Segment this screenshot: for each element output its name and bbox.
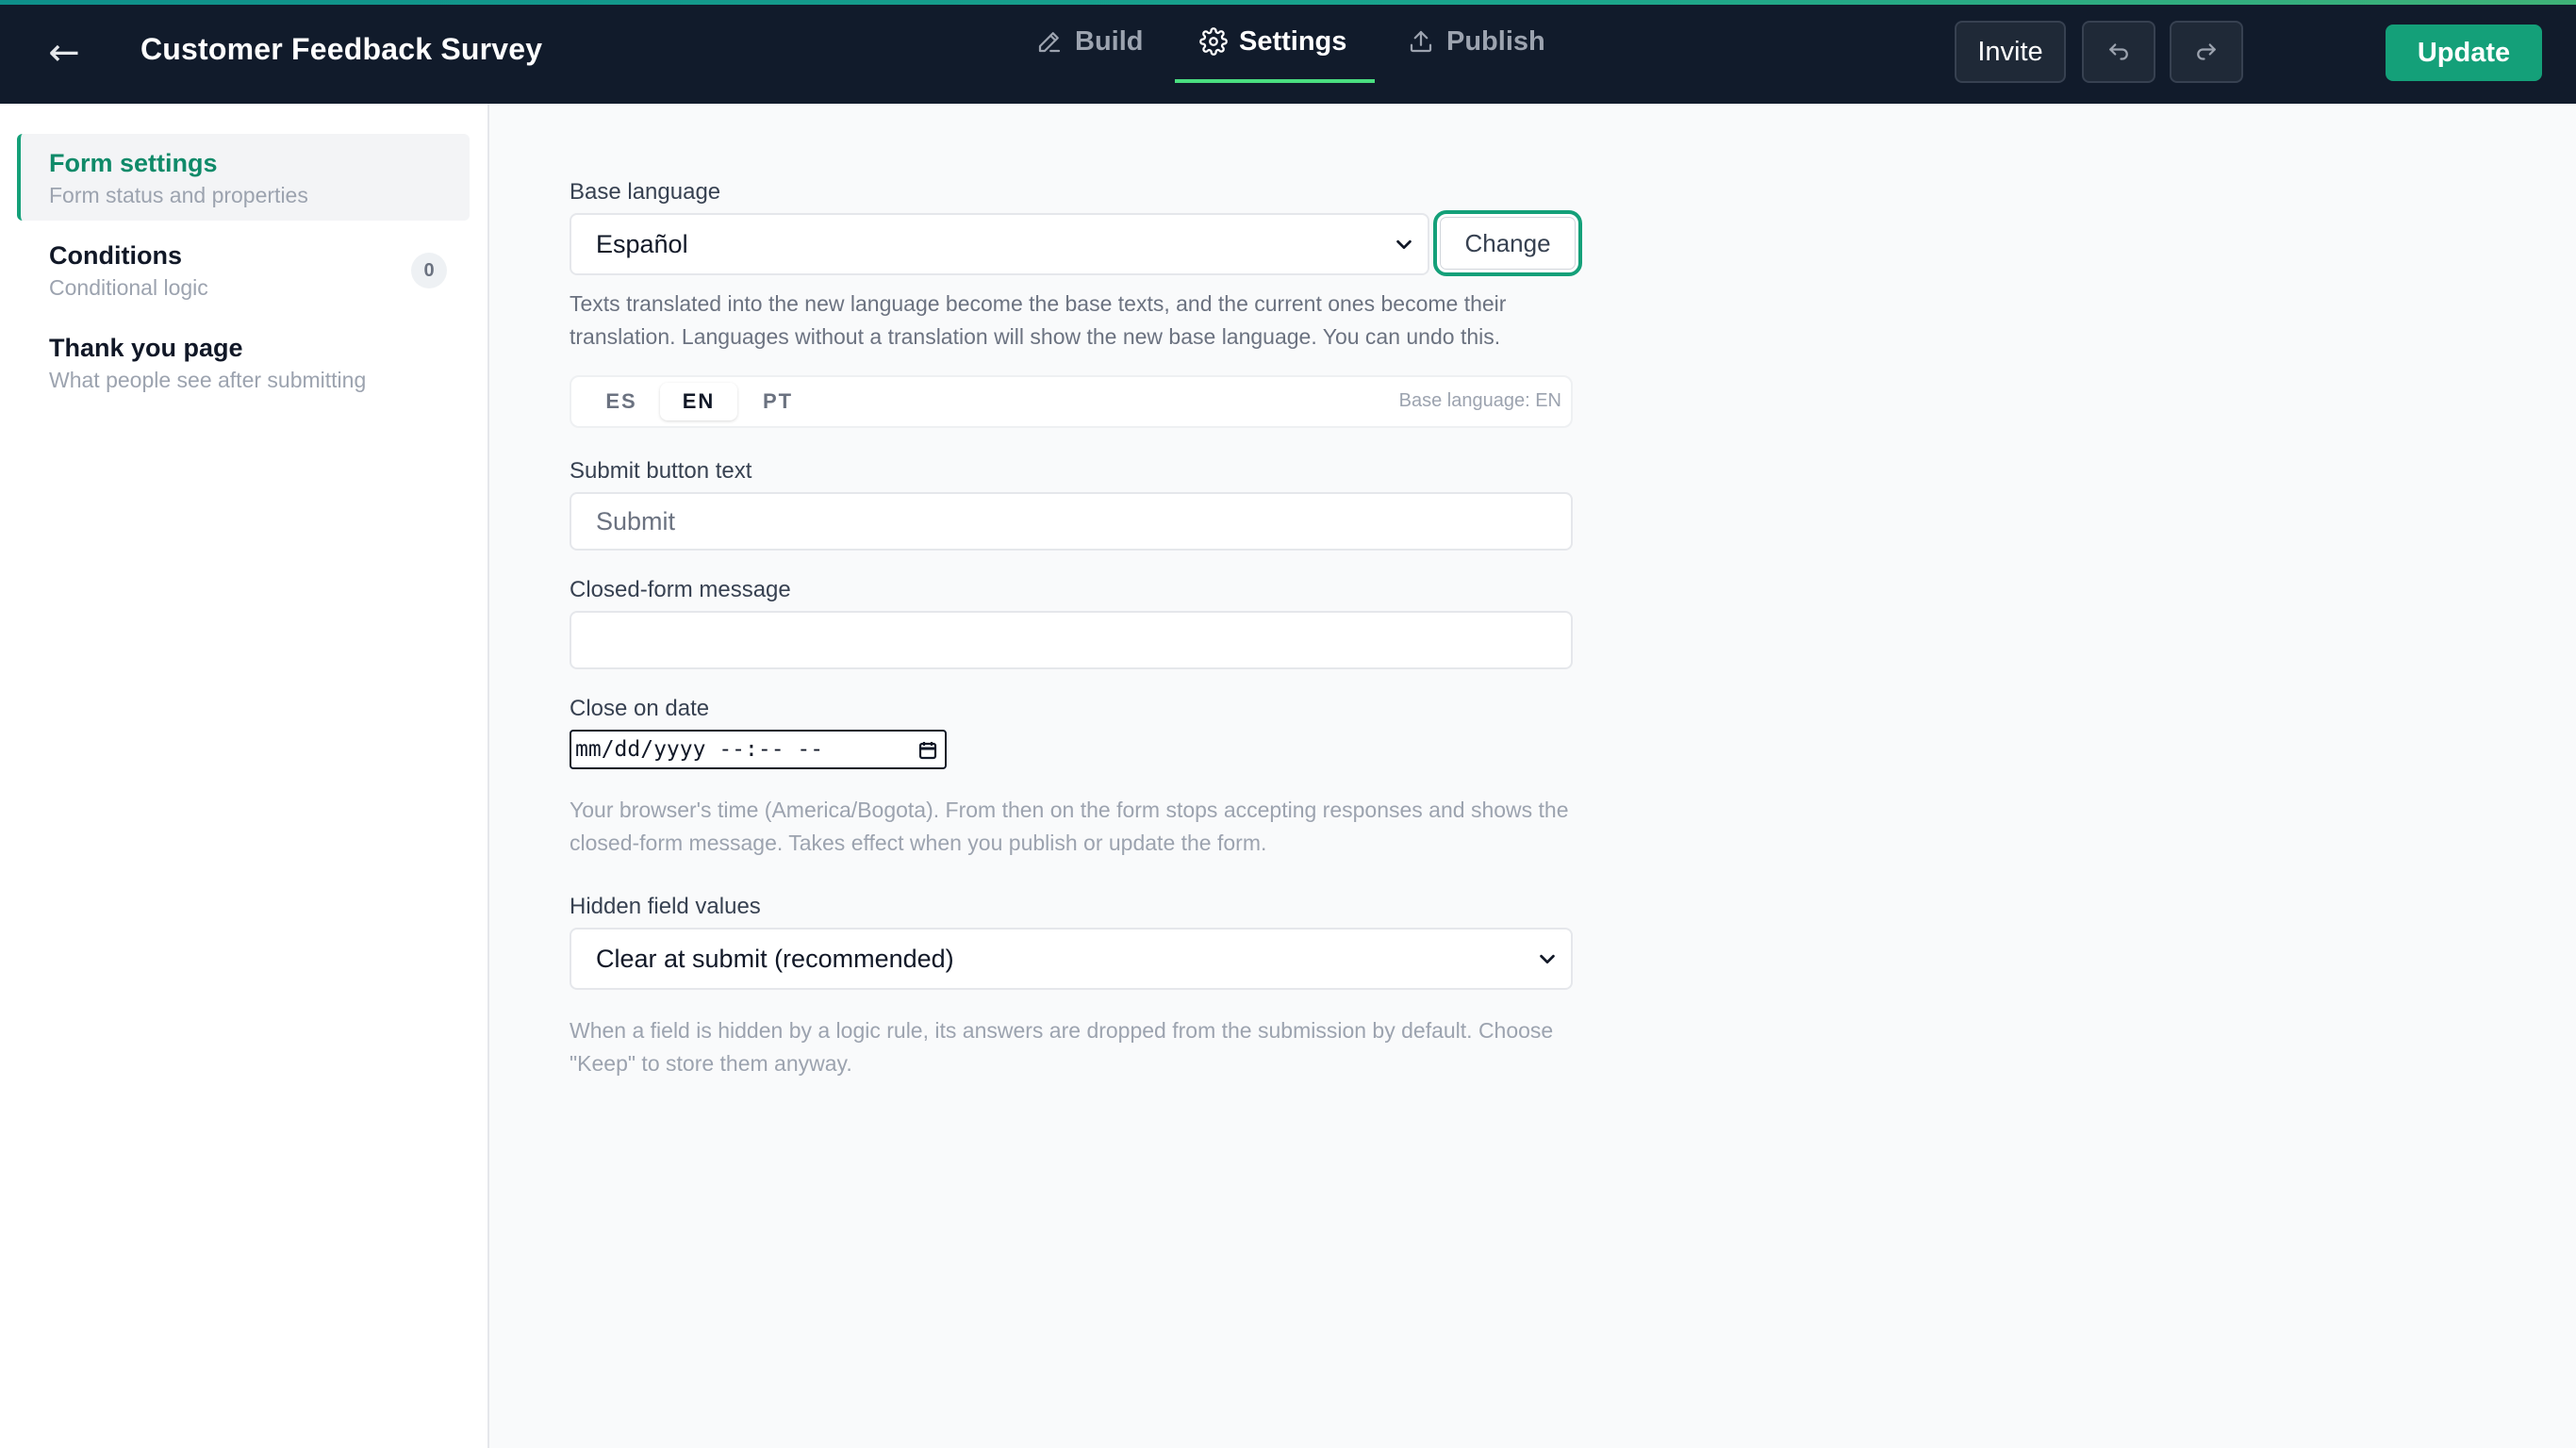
hidden-fields-label: Hidden field values xyxy=(570,894,761,919)
tab-publish-label: Publish xyxy=(1446,25,1545,57)
base-language-label: Base language xyxy=(570,179,721,205)
submit-text-input[interactable]: Submit xyxy=(570,492,1573,551)
tab-settings[interactable]: Settings xyxy=(1174,0,1376,83)
submit-text-label: Submit button text xyxy=(570,458,752,484)
tab-build-label: Build xyxy=(1075,25,1144,57)
hidden-fields-value: Clear at submit (recommended) xyxy=(596,944,954,973)
closed-message-input[interactable] xyxy=(570,611,1573,669)
lang-tab-pt[interactable]: PT xyxy=(739,383,817,420)
gear-icon xyxy=(1199,27,1228,56)
lang-tab-en[interactable]: EN xyxy=(660,383,737,420)
tab-build[interactable]: Build xyxy=(1035,0,1144,83)
invite-button[interactable]: Invite xyxy=(1955,21,2066,83)
base-language-value: Español xyxy=(596,229,688,258)
sidebar-item-desc: Conditional logic xyxy=(49,275,208,300)
base-language-select[interactable]: Español xyxy=(570,213,1429,275)
change-language-button[interactable]: Change xyxy=(1433,210,1582,276)
hidden-fields-help: When a field is hidden by a logic rule, … xyxy=(570,1018,1554,1076)
calendar-icon[interactable] xyxy=(916,739,939,762)
base-language-note: Base language: EN xyxy=(1398,390,1561,411)
top-bar: ← Customer Feedback Survey Build Setting… xyxy=(0,0,2576,104)
sidebar-item-label: Form settings xyxy=(49,149,218,177)
closed-message-label: Closed-form message xyxy=(570,577,791,602)
update-button[interactable]: Update xyxy=(2386,25,2542,81)
language-tabs: ES EN PT Base language: EN xyxy=(570,375,1573,428)
chevron-down-icon xyxy=(1396,239,1412,250)
base-language-help: Texts translated into the new language b… xyxy=(570,291,1507,349)
redo-icon xyxy=(2197,43,2216,60)
chevron-down-icon xyxy=(1540,954,1555,964)
lang-tab-es[interactable]: ES xyxy=(583,383,660,420)
sidebar-item-label: Conditions xyxy=(49,241,182,270)
page-title: Customer Feedback Survey xyxy=(140,32,543,66)
tab-publish[interactable]: Publish xyxy=(1407,0,1545,83)
sidebar: Form settings Form status and properties… xyxy=(0,104,489,1448)
sidebar-item-form-settings[interactable]: Form settings Form status and properties xyxy=(17,134,470,221)
close-date-label: Close on date xyxy=(570,696,710,721)
sidebar-item-desc: Form status and properties xyxy=(49,183,308,207)
tab-settings-label: Settings xyxy=(1239,25,1347,57)
count-badge: 0 xyxy=(411,253,447,288)
sidebar-item-label: Thank you page xyxy=(49,334,243,362)
back-arrow-icon[interactable]: ← xyxy=(45,34,83,72)
hidden-fields-select[interactable]: Clear at submit (recommended) xyxy=(570,928,1573,990)
pencil-icon xyxy=(1038,32,1061,53)
undo-icon xyxy=(2109,43,2128,60)
close-date-input[interactable]: mm/dd/yyyy --:-- -- xyxy=(570,730,947,769)
close-date-help: Your browser's time (America/Bogota). Fr… xyxy=(570,798,1569,855)
redo-button[interactable] xyxy=(2170,21,2243,83)
sidebar-item-conditions[interactable]: Conditions Conditional logic 0 xyxy=(17,226,470,313)
sidebar-item-desc: What people see after submitting xyxy=(49,368,367,392)
close-date-placeholder: mm/dd/yyyy --:-- -- xyxy=(575,737,824,762)
sidebar-item-thank-you-page[interactable]: Thank you page What people see after sub… xyxy=(17,319,470,405)
undo-button[interactable] xyxy=(2082,21,2155,83)
upload-icon xyxy=(1410,30,1432,53)
